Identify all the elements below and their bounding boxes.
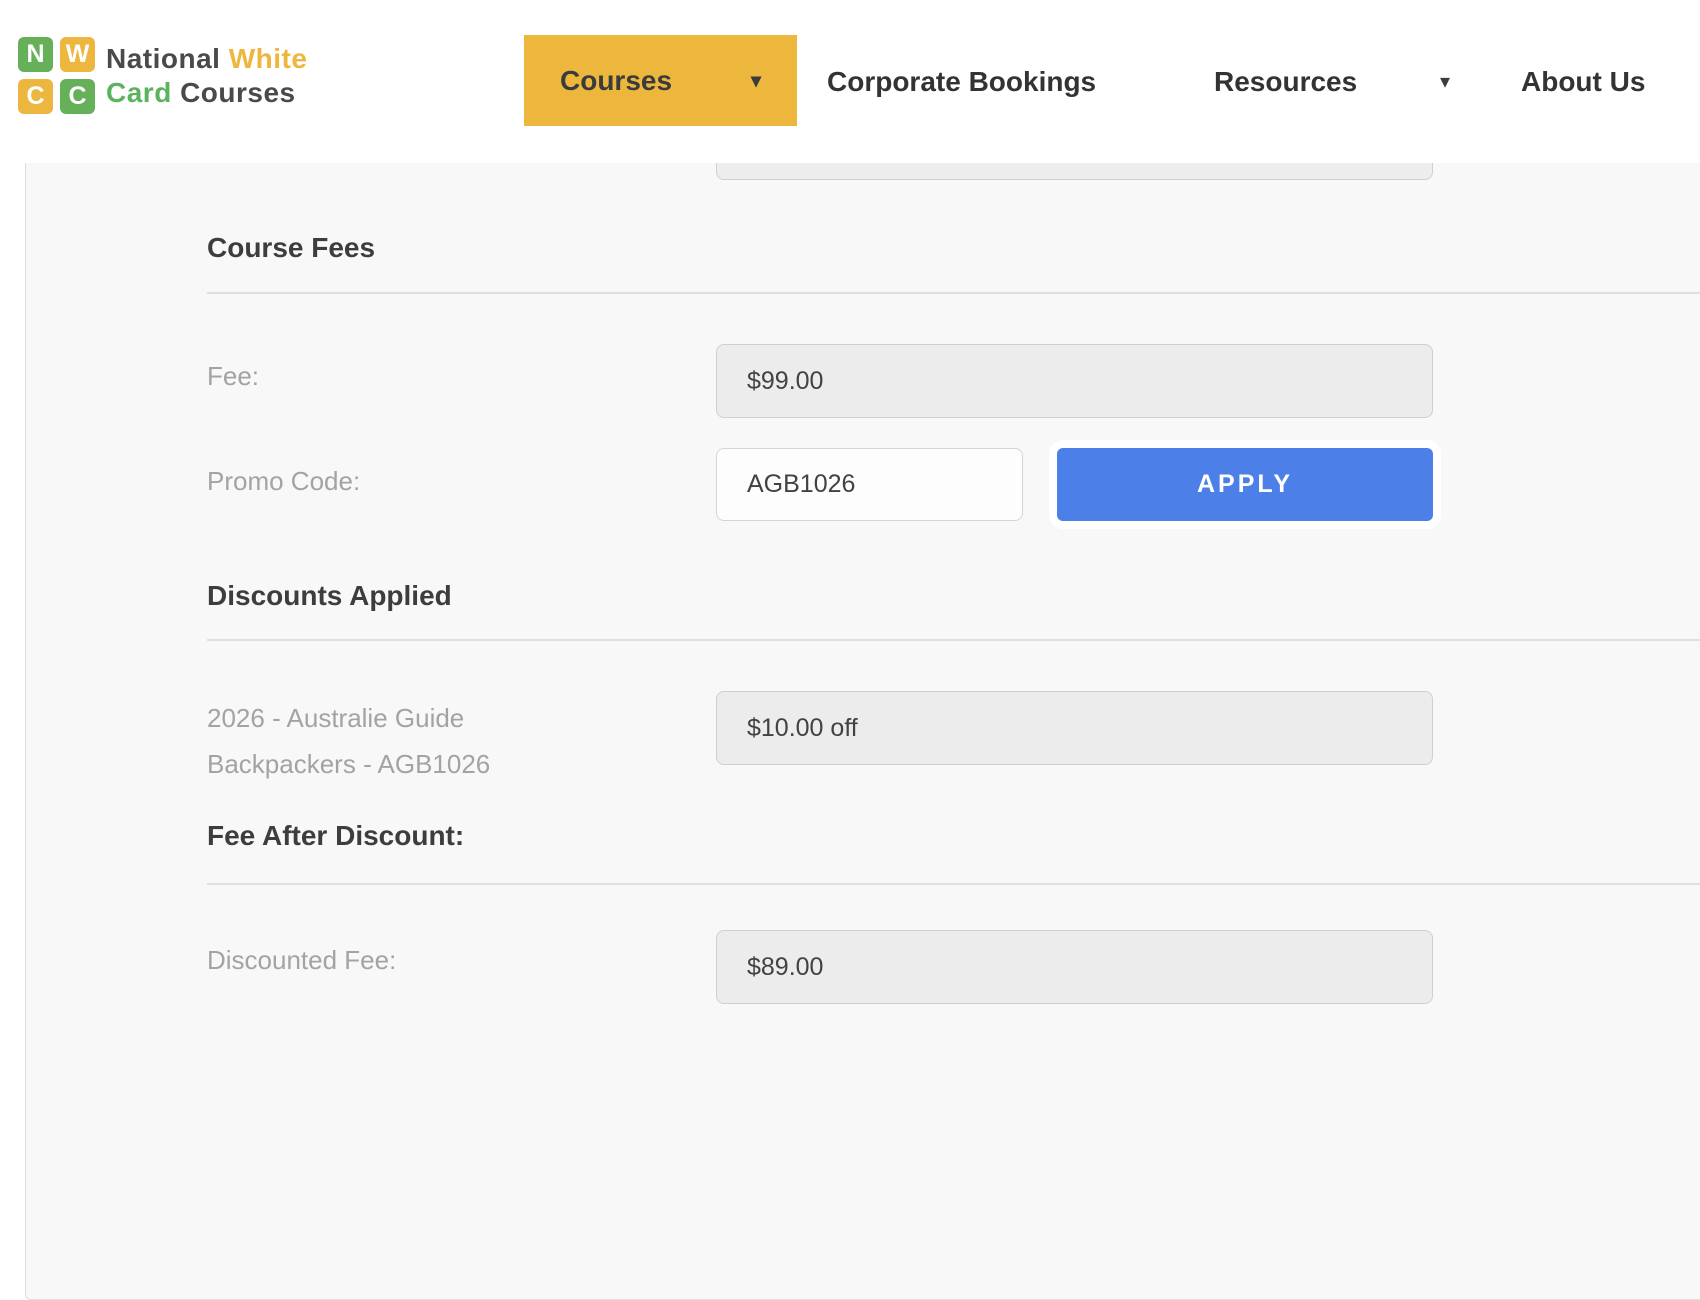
discount-item-label-line1: 2026 - Australie Guide: [207, 695, 490, 741]
promo-code-input[interactable]: [716, 448, 1023, 521]
discounted-fee-label: Discounted Fee:: [207, 937, 396, 983]
site-header: N W C C National White Card Courses Cour…: [0, 0, 1700, 163]
discounted-fee-input: [716, 930, 1433, 1004]
fee-input: [716, 344, 1433, 418]
logo-tile-c2: C: [60, 79, 95, 114]
nav-item-resources[interactable]: Resources: [1214, 0, 1357, 163]
site-logo[interactable]: N W C C National White Card Courses: [18, 37, 307, 114]
divider: [207, 639, 1700, 641]
divider: [207, 292, 1700, 294]
divider: [207, 883, 1700, 885]
nav-item-corporate-bookings[interactable]: Corporate Bookings: [827, 0, 1096, 163]
chevron-down-icon[interactable]: ▾: [1440, 0, 1450, 163]
logo-text-white: White: [229, 43, 308, 74]
logo-text-national: National: [106, 43, 220, 74]
course-fees-form: Course Fees Fee: Promo Code: APPLY Disco…: [0, 0, 1700, 1106]
logo-tile-c1: C: [18, 79, 53, 114]
discount-amount-input: [716, 691, 1433, 765]
logo-tiles-icon: N W C C: [18, 37, 95, 114]
logo-text-courses: Courses: [180, 77, 296, 108]
fee-after-discount-heading: Fee After Discount:: [207, 820, 464, 852]
logo-line2: Card Courses: [106, 77, 307, 109]
course-fees-heading: Course Fees: [207, 232, 375, 264]
nav-item-about-us[interactable]: About Us: [1521, 0, 1645, 163]
logo-tile-n: N: [18, 37, 53, 72]
apply-button[interactable]: APPLY: [1057, 448, 1433, 521]
discount-item-label: 2026 - Australie Guide Backpackers - AGB…: [207, 695, 490, 787]
nav-courses-label: Courses: [560, 65, 672, 97]
chevron-down-icon: ▾: [751, 68, 761, 93]
fee-label: Fee:: [207, 353, 259, 399]
logo-tile-w: W: [60, 37, 95, 72]
discount-item-label-line2: Backpackers - AGB1026: [207, 741, 490, 787]
logo-wordmark: National White Card Courses: [106, 37, 307, 114]
logo-text-card: Card: [106, 77, 172, 108]
promo-code-label: Promo Code:: [207, 458, 360, 504]
nav-item-courses[interactable]: Courses ▾: [524, 35, 797, 126]
discounts-applied-heading: Discounts Applied: [207, 580, 452, 612]
logo-line1: National White: [106, 43, 307, 75]
